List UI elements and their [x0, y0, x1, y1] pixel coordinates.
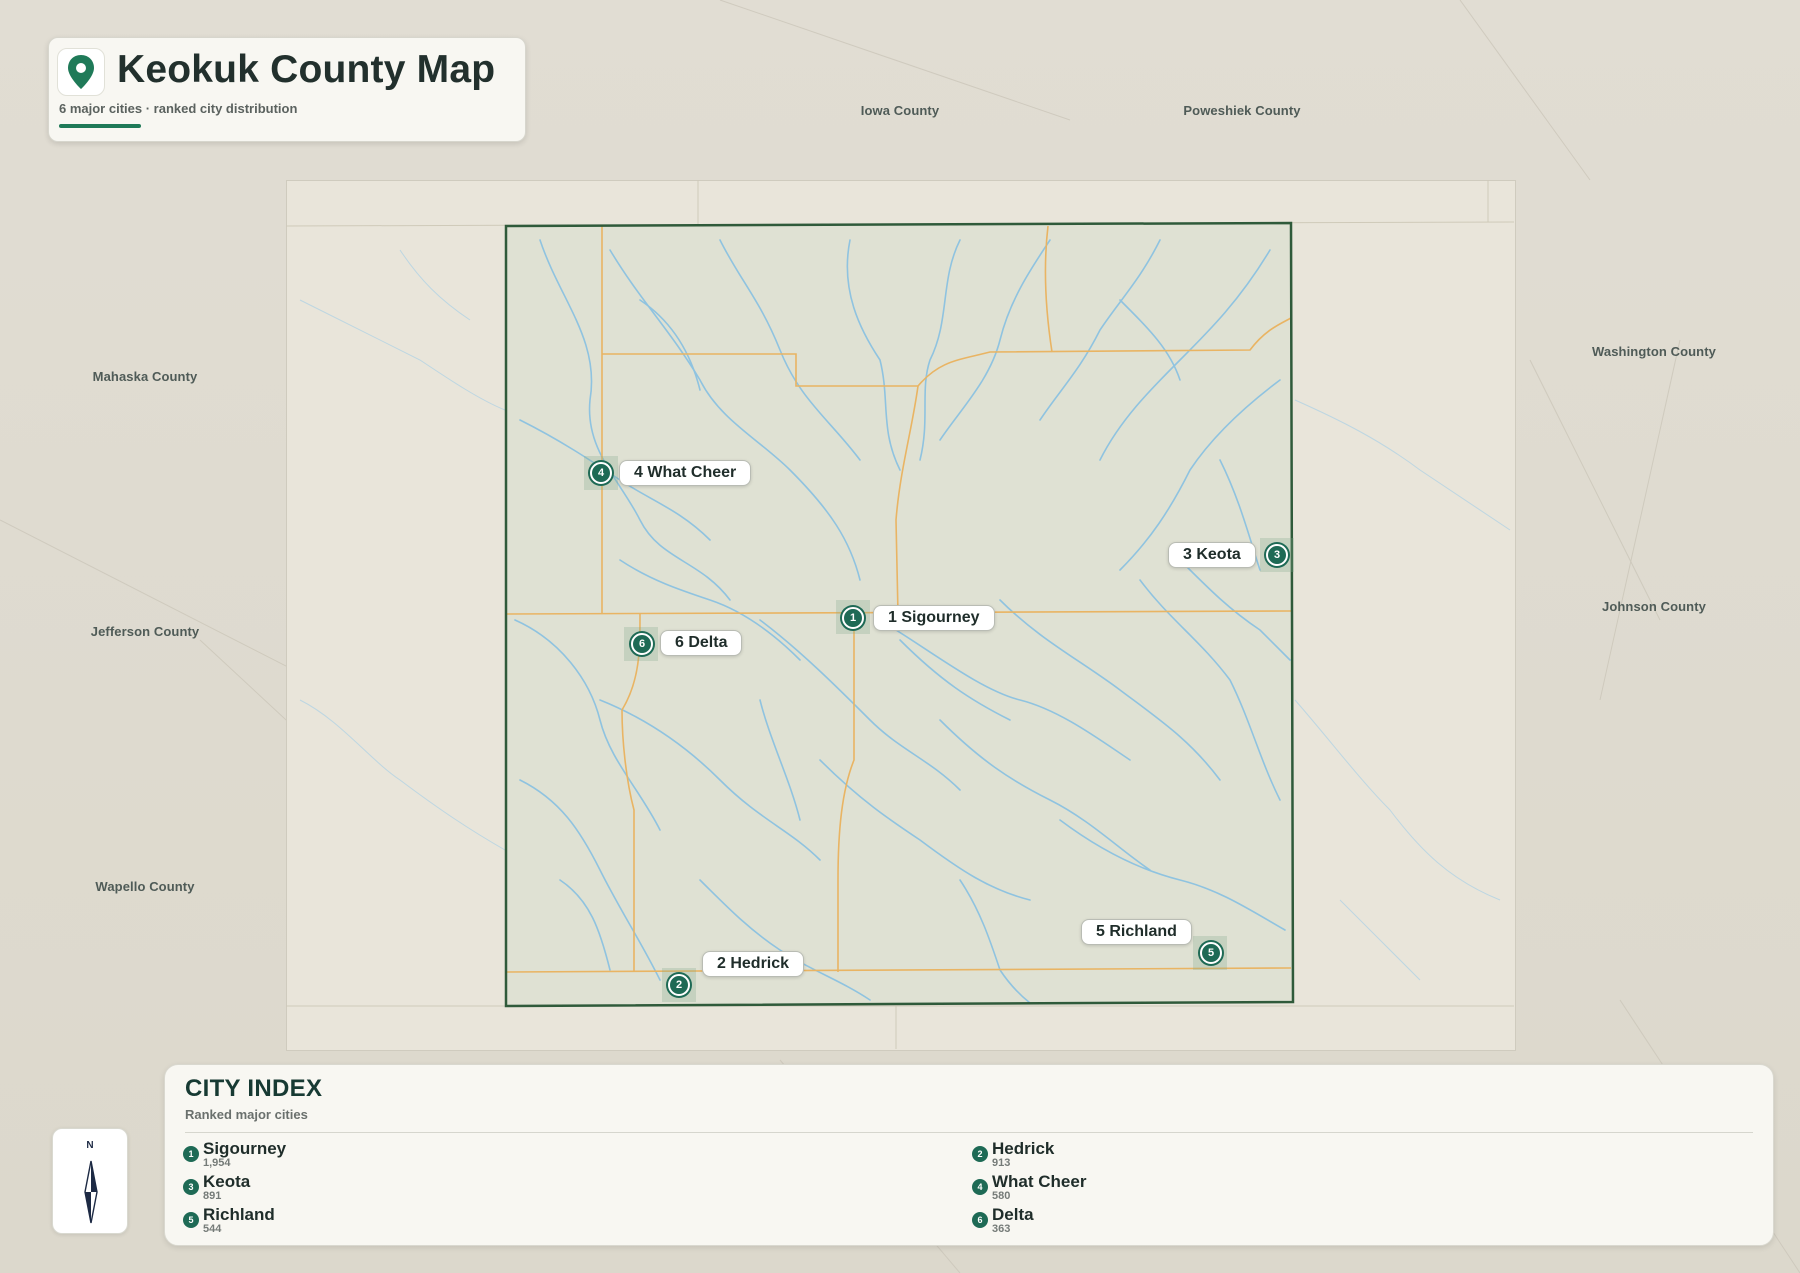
city-index-panel: CITY INDEX Ranked major cities 1 Sigourn… — [164, 1064, 1774, 1246]
city-population: 363 — [992, 1223, 1011, 1235]
city-marker-richland[interactable]: 5 — [1200, 942, 1222, 964]
city-population: 1,954 — [203, 1157, 231, 1169]
city-population: 580 — [992, 1190, 1011, 1202]
city-name: Delta — [992, 1205, 1034, 1224]
city-label-what-cheer[interactable]: 4 What Cheer — [619, 460, 752, 486]
city-name: Keota — [203, 1172, 251, 1191]
city-label-delta[interactable]: 6 Delta — [660, 630, 743, 656]
city-population: 913 — [992, 1157, 1011, 1169]
rank-badge: 6 — [972, 1212, 988, 1228]
city-label-hedrick[interactable]: 2 Hedrick — [702, 951, 805, 977]
city-index-divider — [185, 1132, 1753, 1133]
rank-badge: 3 — [183, 1179, 199, 1195]
title-card: Keokuk County Map 6 major cities · ranke… — [48, 37, 526, 142]
title-accent-bar — [59, 124, 141, 128]
compass-north-label: N — [86, 1140, 94, 1151]
rank-badge: 2 — [972, 1146, 988, 1162]
map-pin-icon — [57, 48, 105, 96]
compass-icon — [84, 1160, 98, 1224]
rank-badge: 4 — [972, 1179, 988, 1195]
city-marker-hedrick[interactable]: 2 — [668, 974, 690, 996]
city-name: Hedrick — [992, 1139, 1055, 1158]
city-marker-sigourney[interactable]: 1 — [842, 607, 864, 629]
rank-badge: 5 — [183, 1212, 199, 1228]
city-name: Sigourney — [203, 1139, 287, 1158]
city-marker-keota[interactable]: 3 — [1266, 544, 1288, 566]
city-name: What Cheer — [992, 1172, 1087, 1191]
city-index-subtitle: Ranked major cities — [185, 1107, 308, 1122]
city-name: Richland — [203, 1205, 275, 1224]
map-canvas: Iowa County Poweshiek County Washington … — [0, 0, 1800, 1273]
page-title: Keokuk County Map — [117, 48, 496, 91]
city-population: 891 — [203, 1190, 222, 1202]
rank-badge: 1 — [183, 1146, 199, 1162]
city-index-title: CITY INDEX — [185, 1075, 323, 1102]
page-subtitle: 6 major cities · ranked city distributio… — [59, 101, 298, 116]
city-label-sigourney[interactable]: 1 Sigourney — [873, 605, 995, 631]
compass-widget: N — [52, 1128, 128, 1234]
city-marker-what-cheer[interactable]: 4 — [590, 462, 612, 484]
city-population: 544 — [203, 1223, 222, 1235]
city-label-richland[interactable]: 5 Richland — [1081, 919, 1192, 945]
city-label-keota[interactable]: 3 Keota — [1168, 542, 1256, 568]
city-marker-delta[interactable]: 6 — [631, 633, 653, 655]
